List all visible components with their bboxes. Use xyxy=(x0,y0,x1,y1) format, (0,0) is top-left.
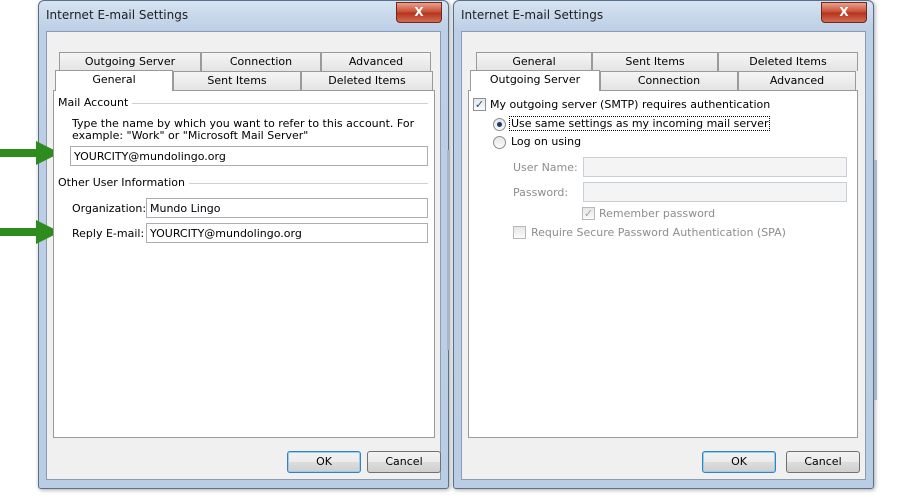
tab-advanced[interactable]: Advanced xyxy=(738,71,856,90)
general-tab-panel: Mail Account Type the name by which you … xyxy=(53,90,435,438)
dialog-client-area: General Sent Items Deleted Items Outgoin… xyxy=(461,31,866,480)
tab-sent-items[interactable]: Sent Items xyxy=(592,52,718,71)
group-divider xyxy=(124,103,428,104)
tab-sent-items[interactable]: Sent Items xyxy=(173,71,301,90)
use-same-settings-radio[interactable] xyxy=(493,118,506,131)
user-name-input[interactable] xyxy=(583,157,847,177)
cancel-button[interactable]: Cancel xyxy=(786,451,860,473)
close-button[interactable]: X xyxy=(821,2,867,23)
account-name-input[interactable] xyxy=(70,146,428,166)
checkmark-icon: ✓ xyxy=(583,207,594,220)
requires-auth-label[interactable]: My outgoing server (SMTP) requires authe… xyxy=(490,98,770,111)
tab-general[interactable]: General xyxy=(55,70,173,91)
dialog-title: Internet E-mail Settings xyxy=(461,8,604,22)
tab-outgoing-server[interactable]: Outgoing Server xyxy=(470,70,600,91)
outgoing-server-tab-panel: ✓ My outgoing server (SMTP) requires aut… xyxy=(468,90,858,438)
title-bar[interactable]: Internet E-mail Settings X xyxy=(39,1,448,31)
spa-label[interactable]: Require Secure Password Authentication (… xyxy=(531,226,786,239)
dialog-client-area: Outgoing Server Connection Advanced Gene… xyxy=(46,31,441,480)
group-divider xyxy=(182,183,428,184)
cancel-button[interactable]: Cancel xyxy=(367,451,441,473)
organization-label: Organization: xyxy=(72,202,147,215)
reply-email-input[interactable] xyxy=(146,223,428,243)
password-input[interactable] xyxy=(583,182,847,202)
tab-advanced[interactable]: Advanced xyxy=(321,52,431,71)
tab-connection[interactable]: Connection xyxy=(201,52,321,71)
tab-general[interactable]: General xyxy=(476,52,592,71)
window-edge xyxy=(447,150,450,350)
mail-account-description-line2: example: "Work" or "Microsoft Mail Serve… xyxy=(72,129,309,142)
close-icon: X xyxy=(414,5,424,19)
tab-deleted-items[interactable]: Deleted Items xyxy=(718,52,858,71)
ok-button[interactable]: OK xyxy=(287,451,361,473)
password-label: Password: xyxy=(513,186,569,199)
organization-input[interactable] xyxy=(146,198,428,218)
title-bar[interactable]: Internet E-mail Settings X xyxy=(454,1,873,31)
other-user-info-group-label: Other User Information xyxy=(58,176,189,189)
email-settings-dialog-general: Internet E-mail Settings X Outgoing Serv… xyxy=(38,0,449,489)
mail-account-group-label: Mail Account xyxy=(58,96,133,109)
close-icon: X xyxy=(839,5,849,19)
spa-checkbox[interactable] xyxy=(513,226,526,239)
use-same-settings-label[interactable]: Use same settings as my incoming mail se… xyxy=(509,116,771,131)
log-on-using-label[interactable]: Log on using xyxy=(511,135,581,148)
remember-password-checkbox[interactable]: ✓ xyxy=(582,207,595,220)
ok-button[interactable]: OK xyxy=(702,451,776,473)
remember-password-label[interactable]: Remember password xyxy=(599,207,715,220)
reply-email-label: Reply E-mail: xyxy=(72,227,145,240)
user-name-label: User Name: xyxy=(513,161,578,174)
tab-deleted-items[interactable]: Deleted Items xyxy=(301,71,433,90)
email-settings-dialog-outgoing: Internet E-mail Settings X General Sent … xyxy=(453,0,874,489)
requires-auth-checkbox[interactable]: ✓ xyxy=(473,98,486,111)
tab-outgoing-server[interactable]: Outgoing Server xyxy=(59,52,201,71)
log-on-using-radio[interactable] xyxy=(493,136,506,149)
window-edge xyxy=(874,160,877,400)
dialog-title: Internet E-mail Settings xyxy=(46,8,189,22)
close-button[interactable]: X xyxy=(396,2,442,23)
tab-connection[interactable]: Connection xyxy=(600,71,738,90)
checkmark-icon: ✓ xyxy=(474,98,485,111)
